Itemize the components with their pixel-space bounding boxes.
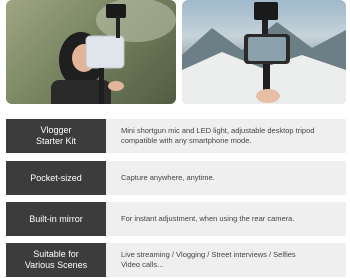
- feature-label: Suitable for Various Scenes: [6, 243, 106, 277]
- vlogger-holding-phone-photo: [6, 0, 176, 104]
- feature-description: Capture anywhere, anytime.: [121, 173, 215, 182]
- feature-row-various-scenes: Suitable for Various Scenes Live streami…: [6, 243, 346, 277]
- feature-row-pocket-sized: Pocket-sized Capture anywhere, anytime.: [6, 161, 346, 195]
- phone-on-tripod-mountain-photo: [182, 0, 346, 104]
- feature-row-built-in-mirror: Built-in mirror For instant adjustment, …: [6, 202, 346, 236]
- feature-label: Vlogger Starter Kit: [6, 119, 106, 153]
- feature-row-vlogger-starter-kit: Vlogger Starter Kit Mini shortgun mic an…: [6, 119, 346, 153]
- feature-description: Live streaming / Vlogging / Street inter…: [121, 250, 296, 269]
- vlogger-scene-illustration: [6, 0, 176, 104]
- feature-label: Pocket-sized: [6, 161, 106, 195]
- mountain-scene-illustration: [182, 2, 346, 104]
- feature-label: Built-in mirror: [6, 202, 106, 236]
- feature-description: Mini shortgun mic and LED light, adjusta…: [121, 126, 315, 145]
- feature-description: For instant adjustment, when using the r…: [121, 214, 295, 223]
